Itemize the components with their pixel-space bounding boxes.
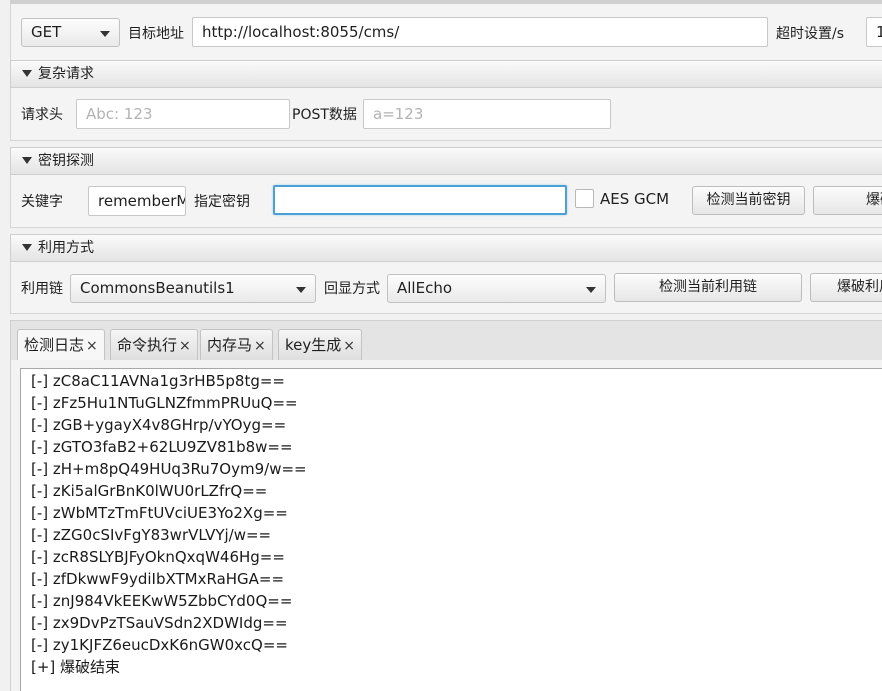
method-value: GET [31,23,62,41]
detect-current-chain-button[interactable]: 检测当前利用链 [614,273,802,302]
log-line: [+] 爆破结束 [31,658,121,676]
close-icon[interactable]: × [179,338,191,354]
log-line: [-] zKi5alGrBnK0lWU0rLZfrQ== [31,482,268,500]
log-line: [-] zH+m8pQ49HUq3Ru7Oym9/w== [31,460,307,478]
target-url-label: 目标地址 [128,26,184,42]
specify-key-label: 指定密钥 [194,194,250,210]
tab-detection-log[interactable]: 检测日志 × [17,329,105,362]
aes-gcm-label: AES GCM [600,190,670,208]
log-line: [-] zC8aC11AVNa1g3rHB5p8tg== [31,372,285,390]
detection-log-panel: [-] zC8aC11AVNa1g3rHB5p8tg== [-] zFz5Hu1… [10,360,882,691]
echo-mode-label: 回显方式 [324,281,380,297]
chevron-down-icon [586,287,596,293]
collapse-triangle-icon [22,157,32,164]
brute-force-chain-button[interactable]: 爆破利用链 [810,273,882,302]
tab-key-generate[interactable]: key生成 × [278,329,362,361]
log-line: [-] zx9DvPzTSauVSdn2XDWIdg== [31,614,288,632]
timeout-label: 超时设置/s [776,26,845,42]
method-select[interactable]: GET [21,18,120,47]
exploit-title: 利用方式 [38,240,94,256]
key-probe-header[interactable]: 密钥探测 [10,147,882,175]
headers-input[interactable]: Abc: 123 [76,99,290,129]
keyword-input[interactable]: rememberMe [88,186,186,216]
log-line: [-] zfDkwwF9ydiIbXTMxRaHGA== [31,570,285,588]
collapse-triangle-icon [22,244,32,251]
close-icon[interactable]: × [343,338,355,354]
gadget-chain-select[interactable]: CommonsBeanutils1 [70,274,316,303]
log-line: [-] zZG0cSIvFgY83wrVLVYj/w== [31,526,272,544]
complex-request-header[interactable]: 复杂请求 [10,60,882,88]
tab-label: 命令执行 [117,336,178,354]
log-line: [-] zGB+ygayX4v8GHrp/vYOyg== [31,416,287,434]
tab-label: 检测日志 [24,336,85,354]
log-output[interactable]: [-] zC8aC11AVNa1g3rHB5p8tg== [-] zFz5Hu1… [20,368,882,691]
specify-key-input[interactable] [273,185,567,215]
detect-current-key-button[interactable]: 检测当前密钥 [692,186,805,215]
key-probe-title: 密钥探测 [38,153,94,169]
log-line: [-] zcR8SLYBJFyOknQxqW46Hg== [31,548,285,566]
tab-bar: 检测日志 × 命令执行 × 内存马 × key生成 × [10,320,882,362]
post-data-label: POST数据 [292,107,357,123]
close-icon[interactable]: × [86,338,98,354]
tab-label: key生成 [285,336,342,354]
headers-label: 请求头 [21,107,63,123]
echo-mode-value: AllEcho [397,279,453,297]
keyword-label: 关键字 [21,194,63,210]
aes-gcm-checkbox[interactable] [575,189,594,208]
target-url-input[interactable]: http://localhost:8055/cms/ [192,17,768,47]
chevron-down-icon [296,287,306,293]
chevron-down-icon [100,31,110,37]
log-line: [-] zWbMTzTmFtUVciUE3Yo2Xg== [31,504,288,522]
brute-force-key-button[interactable]: 爆破密钥 [813,186,882,215]
post-data-input[interactable]: a=123 [363,99,611,129]
brute-force-chain-label: 爆破利用链 [837,279,882,295]
close-icon[interactable]: × [254,338,266,354]
echo-mode-select[interactable]: AllEcho [387,274,606,303]
log-line: [-] zGTO3faB2+62LU9ZV81b8w== [31,438,293,456]
timeout-input[interactable]: 1 [866,17,882,47]
exploit-header[interactable]: 利用方式 [10,234,882,262]
tab-command-exec[interactable]: 命令执行 × [110,329,198,361]
log-line: [-] zy1KJFZ6eucDxK6nGW0xcQ== [31,636,288,654]
tab-memory-shell[interactable]: 内存马 × [200,329,273,361]
log-line: [-] zFz5Hu1NTuGLNZfmmPRUuQ== [31,394,298,412]
collapse-triangle-icon [22,70,32,77]
log-line: [-] znJ984VkEEKwW5ZbbCYd0Q== [31,592,293,610]
gadget-chain-label: 利用链 [21,281,63,297]
tab-label: 内存马 [207,336,253,354]
gadget-chain-value: CommonsBeanutils1 [80,279,235,297]
brute-force-key-label: 爆破密钥 [866,192,882,208]
complex-request-title: 复杂请求 [38,66,94,82]
